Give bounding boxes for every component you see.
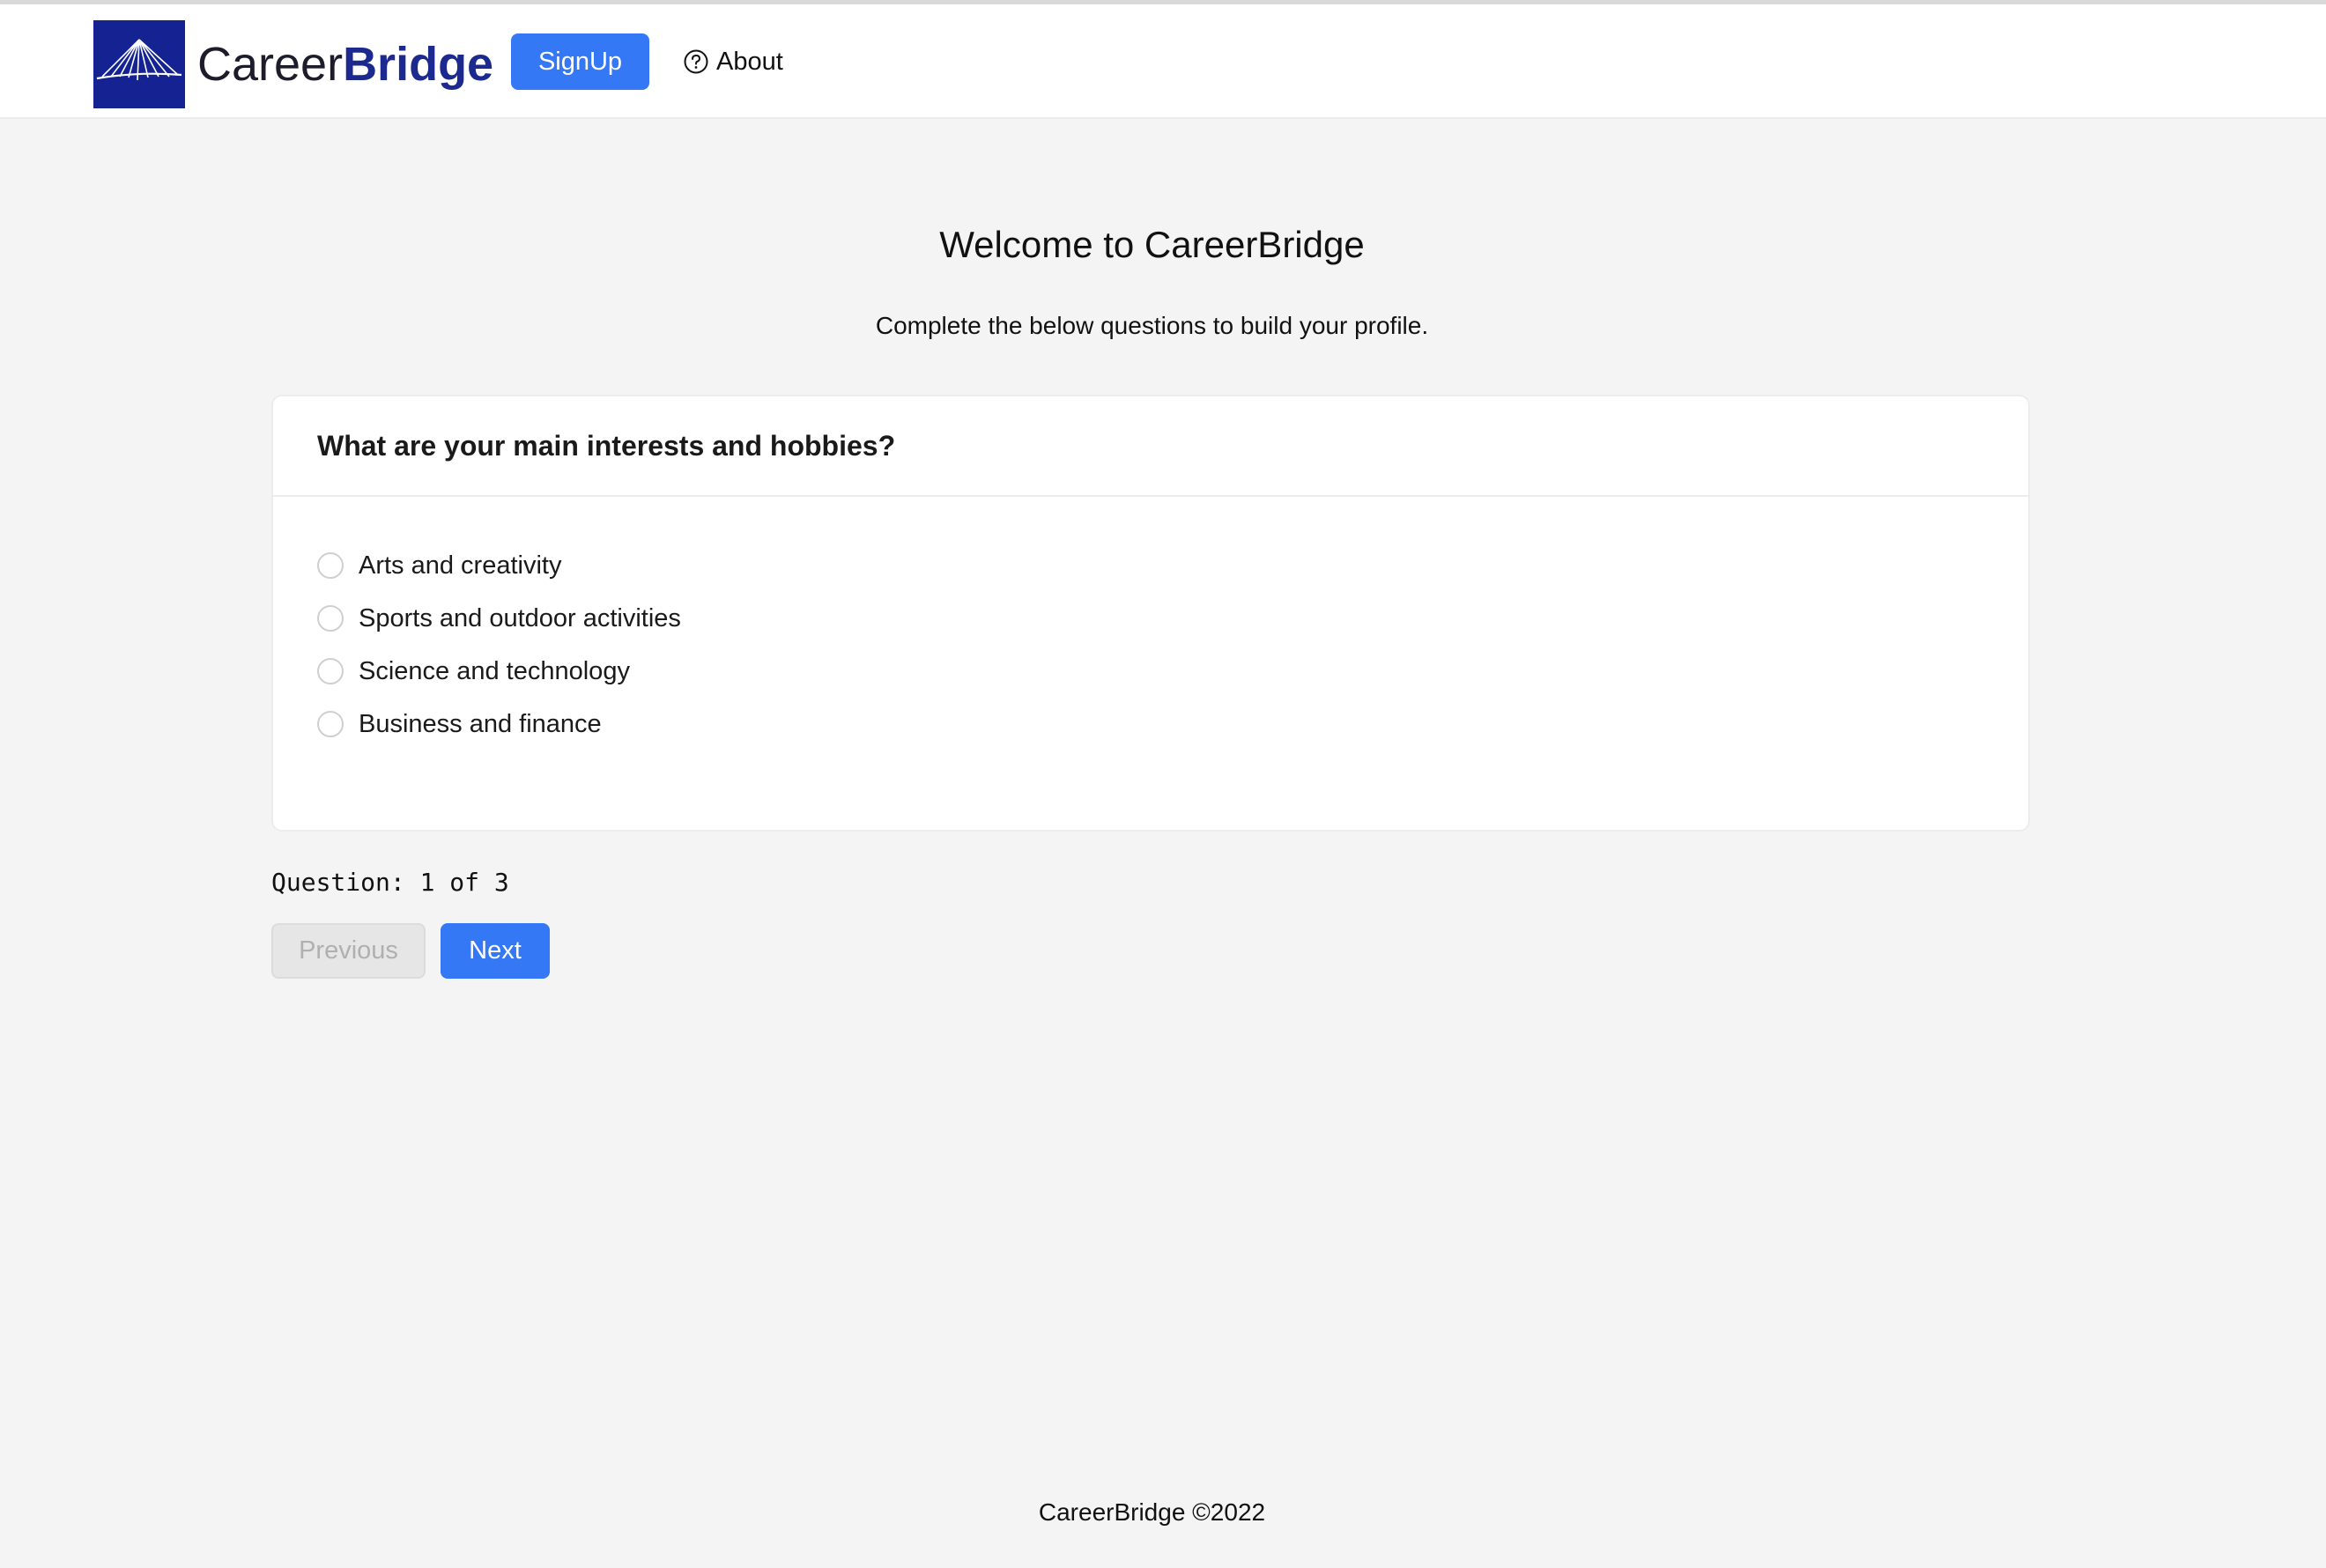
question-text: What are your main interests and hobbies… (273, 396, 2028, 497)
brand-name[interactable]: CareerBridge (197, 36, 493, 92)
option-label: Science and technology (359, 656, 630, 685)
footer-copyright: CareerBridge ©2022 (1038, 1498, 1266, 1526)
previous-button[interactable]: Previous (271, 923, 426, 979)
brand-name-part2: Bridge (343, 38, 494, 91)
radio-button[interactable] (317, 552, 344, 579)
radio-button[interactable] (317, 711, 344, 737)
bridge-logo-icon[interactable] (93, 20, 185, 108)
page-subtitle: Complete the below questions to build yo… (875, 312, 1429, 339)
answer-options: Arts and creativity Sports and outdoor a… (273, 497, 2028, 751)
option-sports-and-outdoor-activities[interactable]: Sports and outdoor activities (317, 592, 2028, 645)
signup-button[interactable]: SignUp (511, 33, 649, 90)
next-button[interactable]: Next (441, 923, 550, 979)
option-arts-and-creativity[interactable]: Arts and creativity (317, 539, 2028, 592)
top-navbar: CareerBridge SignUp About (0, 4, 2326, 119)
question-progress: Question: 1 of 3 (271, 868, 509, 897)
about-link-label: About (716, 47, 783, 76)
about-link[interactable]: About (683, 43, 783, 80)
radio-button[interactable] (317, 658, 344, 684)
option-science-and-technology[interactable]: Science and technology (317, 645, 2028, 698)
radio-button[interactable] (317, 605, 344, 632)
option-business-and-finance[interactable]: Business and finance (317, 698, 2028, 751)
page-title: Welcome to CareerBridge (939, 224, 1365, 265)
option-label: Sports and outdoor activities (359, 603, 681, 632)
brand-name-part1: Career (197, 38, 344, 91)
question-circle-icon (683, 48, 709, 75)
option-label: Business and finance (359, 709, 602, 738)
option-label: Arts and creativity (359, 551, 562, 580)
question-card: What are your main interests and hobbies… (271, 395, 2030, 832)
